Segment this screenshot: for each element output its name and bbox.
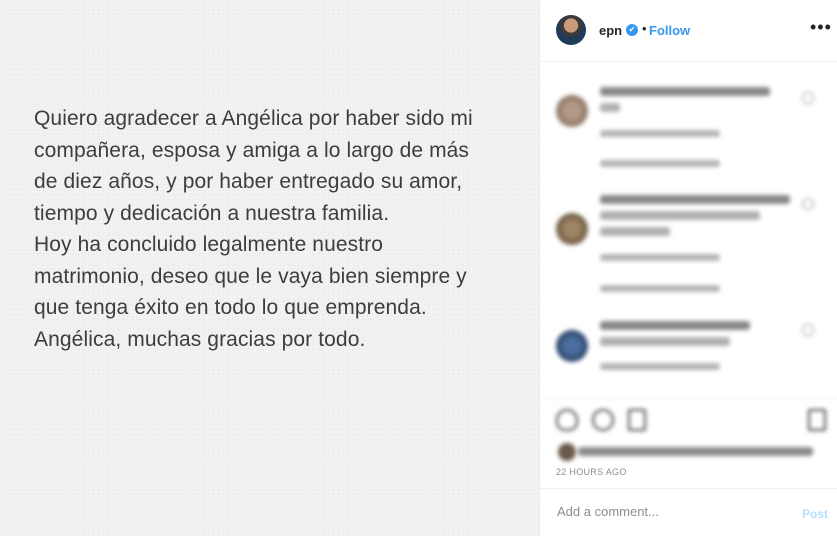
post-image: Quiero agradecer a Angélica por haber si… — [0, 0, 539, 536]
image-text-line: matrimonio, deseo que le vaya bien siemp… — [34, 264, 467, 288]
comment-like-icon[interactable] — [802, 198, 814, 210]
post-header: epn ✔ • Follow ••• — [540, 0, 837, 62]
comment-text — [600, 195, 790, 204]
share-icon[interactable] — [628, 409, 646, 431]
image-text-line: Angélica, muchas gracias por todo. — [34, 327, 366, 351]
image-text-line: de diez años, y por haber entregado su a… — [34, 170, 463, 193]
image-text-line: tiempo y dedicación a nuestra familia. — [34, 201, 390, 225]
heart-icon[interactable] — [556, 409, 578, 431]
post-button[interactable]: Post — [802, 507, 828, 521]
likes-summary[interactable] — [578, 447, 813, 456]
comment-meta — [600, 130, 720, 137]
comment-text — [600, 227, 670, 236]
comment-like-icon[interactable] — [802, 92, 814, 104]
image-text-line: que tenga éxito en todo lo que emprenda. — [34, 296, 427, 319]
view-replies[interactable] — [600, 285, 720, 292]
comment-text — [600, 211, 760, 220]
image-text-line: Hoy ha concluido legalmente nuestro — [34, 233, 384, 256]
comment-text — [600, 337, 730, 346]
comment-text — [600, 103, 620, 112]
verified-badge-icon: ✔ — [626, 24, 638, 36]
comment-avatar[interactable] — [556, 213, 588, 245]
view-replies[interactable] — [600, 160, 720, 167]
post-timestamp: 22 HOURS AGO — [556, 467, 627, 477]
username-link[interactable]: epn — [599, 23, 622, 38]
comment-meta — [600, 254, 720, 261]
comment-meta — [600, 363, 720, 370]
comment-text — [600, 321, 750, 330]
comment-like-icon[interactable] — [802, 324, 814, 336]
comment-text — [600, 87, 770, 96]
image-text-line: compañera, esposa y amiga a lo largo de … — [34, 138, 470, 162]
bookmark-icon[interactable] — [808, 409, 826, 431]
likes-avatar — [558, 443, 576, 461]
more-options-icon[interactable]: ••• — [810, 17, 832, 38]
comment-input[interactable] — [555, 503, 779, 520]
comment-avatar[interactable] — [556, 95, 588, 127]
separator-dot: • — [642, 21, 647, 36]
comment-icon[interactable] — [592, 409, 614, 431]
image-text-line: Quiero agradecer a Angélica por haber si… — [34, 107, 473, 130]
comment-avatar[interactable] — [556, 330, 588, 362]
comments-list[interactable] — [540, 63, 837, 394]
post-image-text: Quiero agradecer a Angélica por haber si… — [34, 103, 534, 355]
add-comment-bar: Post — [540, 488, 837, 536]
post-sidebar: epn ✔ • Follow ••• 22 HOURS AGO Add a co… — [539, 0, 837, 536]
avatar[interactable] — [556, 15, 586, 45]
follow-button[interactable]: Follow — [649, 23, 690, 38]
